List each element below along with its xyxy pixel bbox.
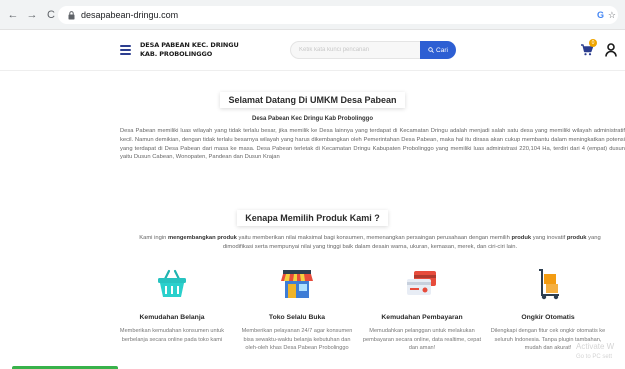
bookmark-star-icon[interactable]: ☆ [608,10,616,21]
user-icon[interactable] [605,43,617,57]
welcome-title: Selamat Datang Di UMKM Desa Pabean [0,90,625,108]
site-brand[interactable]: DESA PABEAN KEC. DRINGU KAB. PROBOLINGGO [140,41,239,59]
basket-icon [158,269,186,297]
search-icon [428,47,434,53]
search-input[interactable] [290,41,420,59]
welcome-paragraph: Desa Pabean memiliki luas wilayah yang t… [120,128,625,161]
feature-title: Toko Selalu Buka [268,314,326,321]
feature-title: Ongkir Otomatis [521,314,575,321]
back-icon[interactable]: ← [6,8,20,22]
search-button[interactable]: Cari [420,41,456,59]
feature-description: Memberikan pelayanan 24/7 agar konsumen … [241,328,353,351]
delivery-cart-icon [539,269,559,300]
feature-title: Kemudahan Belanja [139,314,205,321]
feature-title: Kemudahan Pembayaran [381,314,463,321]
browser-toolbar: ← → C desapabean-dringu.com G ☆ [0,0,625,30]
why-paragraph: Kami ingin mengembangkan produk yaitu me… [139,235,601,250]
site-header: DESA PABEAN KEC. DRINGU KAB. PROBOLINGGO… [0,31,625,71]
feature-card: Ongkir Otomatis Dilengkapi dengan fitur … [488,266,608,353]
feature-card: Kemudahan Pembayaran Memudahkan pelangga… [362,266,482,353]
url-text: desapabean-dringu.com [81,10,179,20]
hamburger-menu-icon[interactable] [120,45,131,55]
payment-card-icon [407,271,436,295]
reload-icon[interactable]: C [44,8,58,22]
cart-count-badge: 0 [589,39,597,47]
windows-activation-watermark: Activate W Go to PC sett [576,342,615,360]
forward-icon[interactable]: → [25,8,39,22]
brand-line-2: KAB. PROBOLINGGO [140,50,213,58]
feature-description: Memudahkan pelanggan untuk melakukan pem… [362,328,482,351]
store-icon [281,270,313,298]
lock-icon [66,10,76,20]
feature-description: Memberikan kemudahan konsumen untuk berb… [119,328,225,343]
search-button-label: Cari [436,46,448,54]
feature-card: Toko Selalu Buka Memberikan pelayanan 24… [237,266,357,353]
address-bar[interactable]: desapabean-dringu.com G ☆ [58,6,618,24]
feature-card: Kemudahan Belanja Memberikan kemudahan k… [112,266,232,344]
welcome-subtitle: Desa Pabean Kec Dringu Kab Probolinggo [251,116,374,122]
brand-line-1: DESA PABEAN KEC. DRINGU [140,41,239,49]
why-title: Kenapa Memilih Produk Kami ? [0,208,625,226]
google-icon[interactable]: G [597,10,604,20]
search-bar: Cari [290,41,456,59]
